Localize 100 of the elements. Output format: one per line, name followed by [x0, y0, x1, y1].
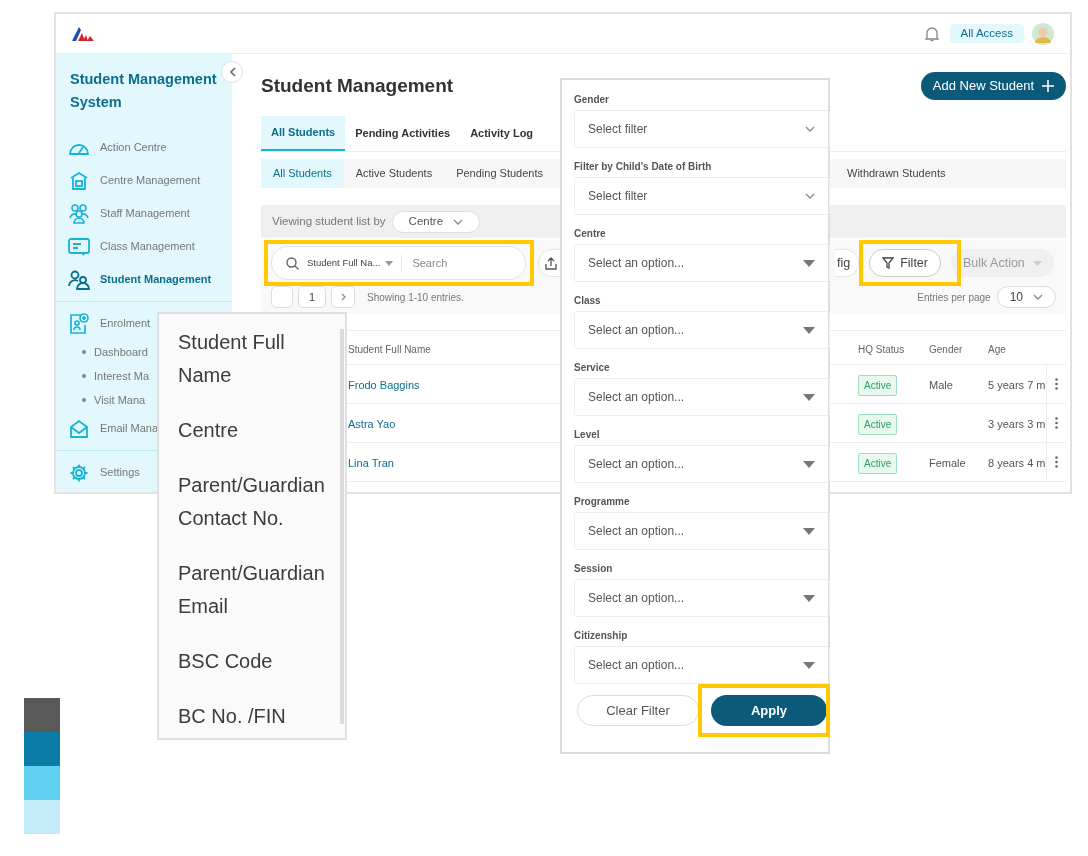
chevron-right-icon [340, 293, 346, 301]
field-label: Filter by Child's Date of Birth [574, 160, 713, 174]
select-field[interactable]: Select an option... [574, 579, 830, 617]
chevron-down-icon [805, 193, 815, 199]
table-cell: 3 years 3 m [988, 418, 1046, 430]
students-icon [68, 269, 90, 290]
view-label: Viewing student list by [272, 213, 386, 229]
more-icon[interactable] [1055, 456, 1058, 468]
sidebar-item[interactable]: Class Management [68, 231, 220, 262]
caret-icon [803, 460, 815, 468]
table-cell: Male [929, 379, 953, 391]
select-field[interactable]: Select filter [574, 110, 830, 148]
dropdown-option[interactable]: Student Full Name [178, 326, 338, 392]
select-field[interactable]: Select an option... [574, 512, 830, 550]
more-icon[interactable] [1055, 417, 1058, 429]
caret-icon [1032, 260, 1042, 266]
subtab[interactable]: All Students [261, 159, 344, 188]
per-page-select[interactable]: 10 [996, 286, 1056, 308]
student-name-link[interactable]: Astra Yao [348, 418, 396, 430]
board-icon [68, 237, 90, 256]
table-cell: 5 years 7 m [988, 379, 1046, 391]
settings-icon [69, 462, 89, 483]
caret-icon [803, 594, 815, 602]
select-field[interactable]: Select an option... [574, 646, 830, 684]
plus-icon [1042, 80, 1054, 92]
tab[interactable]: Pending Activities [345, 116, 461, 151]
sidebar-item[interactable]: Student Management [68, 264, 220, 295]
field-label: Gender [574, 93, 610, 107]
filter-icon [882, 257, 895, 269]
bell-icon[interactable] [924, 25, 939, 42]
apply-button[interactable]: Apply [711, 695, 827, 726]
dropdown-option[interactable]: BC No. /FIN [178, 700, 338, 733]
caret-icon [803, 393, 815, 401]
entries-summary: Showing 1-10 entries. [367, 290, 464, 305]
clear-filter-button[interactable]: Clear Filter [577, 695, 699, 726]
envelope-icon [69, 418, 89, 439]
page-number-field[interactable]: 1 [298, 286, 326, 308]
search-input[interactable]: Search [412, 254, 493, 272]
student-name-link[interactable]: Lina Tran [348, 457, 394, 469]
view-select[interactable]: Centre [391, 210, 481, 233]
dropdown-option[interactable]: BSC Code [178, 645, 338, 678]
search-field[interactable]: Student Full Na... Search [271, 246, 526, 280]
caret-icon [803, 661, 815, 669]
select-field[interactable]: Select an option... [574, 445, 830, 483]
form-icon [69, 312, 89, 335]
status-badge: Active [858, 414, 898, 435]
column-header: Age [988, 343, 1006, 355]
search-icon [286, 256, 299, 270]
table-cell: 8 years 4 m [988, 457, 1046, 469]
caret-icon [385, 260, 394, 266]
field-label: Centre [574, 227, 607, 241]
select-field[interactable]: Select an option... [574, 311, 830, 349]
subtab[interactable]: Withdrawn Students [835, 159, 958, 188]
select-field[interactable]: Select filter [574, 177, 830, 215]
chevron-left-icon [228, 67, 236, 77]
column-header: Student Full Name [348, 343, 431, 355]
table-cell: Female [929, 457, 966, 469]
field-label: Class [574, 294, 602, 308]
status-badge: Active [858, 453, 898, 474]
logo-drawing [72, 26, 94, 41]
column-header: HQ Status [858, 343, 905, 355]
select-field[interactable]: Select an option... [574, 244, 830, 282]
dropdown-option[interactable]: Centre [178, 414, 338, 447]
subtab[interactable]: Active Students [343, 159, 445, 188]
subtab[interactable]: Pending Students [444, 159, 555, 188]
collapse-button[interactable] [221, 61, 243, 83]
add-student-button[interactable]: Add New Student [920, 72, 1066, 100]
caret-icon [803, 527, 815, 535]
more-icon[interactable] [1055, 378, 1058, 390]
search-field-select[interactable]: Student Full Na... [307, 255, 381, 271]
select-field[interactable]: Select an option... [574, 378, 830, 416]
sidebar-item[interactable]: Staff Management [68, 198, 220, 229]
caret-icon [803, 259, 815, 267]
sidebar-item[interactable]: Centre Management [68, 165, 220, 196]
chevron-down-icon [805, 126, 815, 132]
building-icon [69, 170, 89, 191]
people-icon [68, 203, 90, 224]
chevron-down-icon [1033, 294, 1043, 300]
field-label: Session [574, 562, 614, 576]
tab[interactable]: Activity Log [460, 116, 544, 151]
field-label: Service [574, 361, 611, 375]
access-badge[interactable]: All Access [949, 24, 1024, 43]
config-button[interactable]: fig [835, 249, 860, 277]
dropdown-option[interactable]: Parent/Guardian Contact No. [178, 469, 338, 535]
page-title: Student Management [261, 73, 454, 98]
caret-icon [803, 326, 815, 334]
column-header: Gender [929, 343, 963, 355]
field-label: Citizenship [574, 629, 629, 643]
avatar-icon[interactable] [1032, 22, 1054, 45]
sidebar-subitem[interactable]: Visit Mana [68, 389, 220, 411]
tab[interactable]: All Students [261, 116, 346, 151]
student-name-link[interactable]: Frodo Baggins [348, 379, 420, 391]
chevron-down-icon [453, 218, 464, 225]
field-label: Level [574, 428, 601, 442]
sidebar-title: Student Management System [69, 70, 218, 112]
sidebar-item[interactable]: Action Centre [68, 132, 220, 163]
filter-button[interactable]: Filter [869, 249, 941, 277]
field-label: Programme [574, 495, 631, 509]
dropdown-option[interactable]: Parent/Guardian Email [178, 557, 338, 623]
share-icon [545, 256, 557, 270]
